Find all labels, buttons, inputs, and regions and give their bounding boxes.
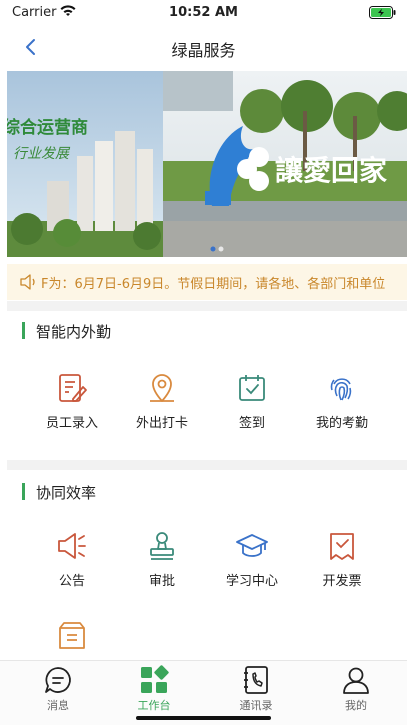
invoice-icon xyxy=(330,533,354,560)
tab-workbench[interactable]: 工作台 xyxy=(114,665,194,713)
grid-item-check-in-outside[interactable]: 外出打卡 xyxy=(117,372,207,442)
archive-box-icon xyxy=(59,622,85,649)
megaphone-icon xyxy=(58,533,86,559)
grid-item-employee-entry[interactable]: 员工录入 xyxy=(27,372,117,442)
tab-messages[interactable]: 消息 xyxy=(18,665,98,713)
tab-me[interactable]: 我的 xyxy=(316,665,396,713)
grid-item-issue-invoice[interactable]: 开发票 xyxy=(297,530,387,600)
calendar-check-icon xyxy=(239,375,265,401)
section-divider xyxy=(7,460,407,470)
carousel-dot-active xyxy=(210,246,216,252)
banner-right-text: 讓愛回家 xyxy=(275,154,388,187)
grid-item-label: 外出打卡 xyxy=(135,416,188,431)
grid-item-label: 审批 xyxy=(148,574,175,589)
banner-carousel[interactable]: 综合运营商 行业发展 讓愛回家 xyxy=(7,71,407,257)
graduation-cap-icon xyxy=(236,534,268,557)
tab-label: 消息 xyxy=(47,699,69,712)
status-bar: Carrier 10:52 AM xyxy=(0,0,407,26)
stamp-icon xyxy=(150,532,174,560)
workbench-grid-icon xyxy=(141,665,169,693)
grid-item-my-attendance[interactable]: 我的考勤 xyxy=(297,372,387,442)
grid-item-approval[interactable]: 审批 xyxy=(117,530,207,600)
banner-left-text-1: 综合运营商 xyxy=(7,118,88,138)
grid-item-label: 我的考勤 xyxy=(315,416,368,431)
grid-item-label: 员工录入 xyxy=(45,416,98,431)
phone-book-icon xyxy=(244,666,268,694)
chat-bubble-icon xyxy=(45,667,71,693)
grid-item-label: 签到 xyxy=(238,416,265,431)
grid-item-label: 公告 xyxy=(58,574,85,589)
navigation-bar: 绿晶服务 xyxy=(0,26,407,70)
section-title-field-work: 智能内外勤 xyxy=(22,321,111,342)
section-accent-bar xyxy=(22,322,25,339)
battery-charging-icon xyxy=(369,6,397,23)
tab-contacts[interactable]: 通讯录 xyxy=(216,665,296,713)
tab-label: 我的 xyxy=(345,699,367,712)
tab-label: 通讯录 xyxy=(239,699,273,712)
notice-bar[interactable]: F为：6月7日-6月9日。节假日期间，请各地、各部门和单位 xyxy=(7,264,407,300)
notice-text: F为：6月7日-6月9日。节假日期间，请各地、各部门和单位 xyxy=(41,277,386,292)
tab-label: 工作台 xyxy=(137,699,171,712)
banner-left-text-2: 行业发展 xyxy=(13,146,69,162)
page-title: 绿晶服务 xyxy=(171,41,236,60)
user-icon xyxy=(343,667,369,694)
section-title-label: 协同效率 xyxy=(36,484,97,502)
location-pin-icon xyxy=(150,374,174,402)
section-divider xyxy=(7,301,407,311)
grid-item-label: 学习中心 xyxy=(225,574,278,589)
speaker-icon xyxy=(19,273,39,291)
fingerprint-icon xyxy=(330,378,352,401)
form-edit-icon xyxy=(59,374,87,402)
grid-item-sign-in[interactable]: 签到 xyxy=(207,372,297,442)
grid-item-announcement[interactable]: 公告 xyxy=(27,530,117,600)
grid-item-learning-center[interactable]: 学习中心 xyxy=(207,530,297,600)
grid-item-archive[interactable] xyxy=(27,620,117,656)
section-title-collaboration: 协同效率 xyxy=(22,482,96,503)
carousel-dot xyxy=(218,246,224,252)
home-indicator xyxy=(136,716,271,720)
clock: 10:52 AM xyxy=(169,5,238,20)
section-title-label: 智能内外勤 xyxy=(36,323,112,341)
grid-item-label: 开发票 xyxy=(322,574,362,589)
section-accent-bar xyxy=(22,483,25,500)
